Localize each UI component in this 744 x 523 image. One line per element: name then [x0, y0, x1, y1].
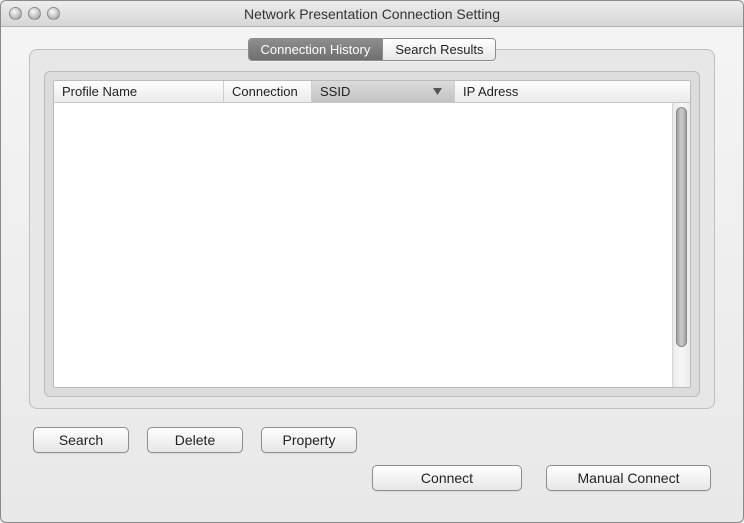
delete-button[interactable]: Delete	[147, 427, 243, 453]
button-area: Search Delete Property Connect Manual Co…	[29, 427, 715, 491]
table-rows-area[interactable]	[54, 103, 672, 387]
close-window-button[interactable]	[9, 7, 22, 20]
scrollbar-thumb[interactable]	[676, 107, 687, 347]
connect-button[interactable]: Connect	[372, 465, 522, 491]
column-ssid[interactable]: SSID	[312, 81, 455, 102]
manual-connect-button[interactable]: Manual Connect	[546, 465, 711, 491]
table-body	[54, 103, 690, 387]
property-button[interactable]: Property	[261, 427, 357, 453]
content-area: Connection History Search Results Profil…	[1, 27, 743, 519]
table-header-row: Profile Name Connection SSID IP Adress	[54, 81, 690, 103]
window-title: Network Presentation Connection Setting	[1, 6, 743, 22]
tab-connection-history[interactable]: Connection History	[249, 39, 383, 60]
tab-row: Connection History Search Results	[44, 38, 700, 61]
column-ip-address[interactable]: IP Adress	[455, 81, 672, 102]
tab-group: Connection History Search Results	[248, 38, 497, 61]
vertical-scrollbar[interactable]	[672, 103, 690, 387]
connection-table: Profile Name Connection SSID IP Adress	[53, 80, 691, 388]
search-button[interactable]: Search	[33, 427, 129, 453]
traffic-lights	[9, 7, 60, 20]
button-row-bottom: Connect Manual Connect	[33, 465, 711, 491]
column-profile-name[interactable]: Profile Name	[54, 81, 224, 102]
zoom-window-button[interactable]	[47, 7, 60, 20]
window: Network Presentation Connection Setting …	[0, 0, 744, 523]
tab-search-results[interactable]: Search Results	[382, 39, 495, 60]
table-panel: Profile Name Connection SSID IP Adress	[44, 71, 700, 397]
column-ssid-label: SSID	[320, 84, 350, 99]
column-connection[interactable]: Connection	[224, 81, 312, 102]
button-row-top: Search Delete Property	[33, 427, 711, 453]
titlebar: Network Presentation Connection Setting	[1, 1, 743, 27]
header-scrollbar-spacer	[672, 81, 690, 102]
main-panel: Connection History Search Results Profil…	[29, 49, 715, 409]
minimize-window-button[interactable]	[28, 7, 41, 20]
sort-descending-icon	[433, 88, 442, 95]
